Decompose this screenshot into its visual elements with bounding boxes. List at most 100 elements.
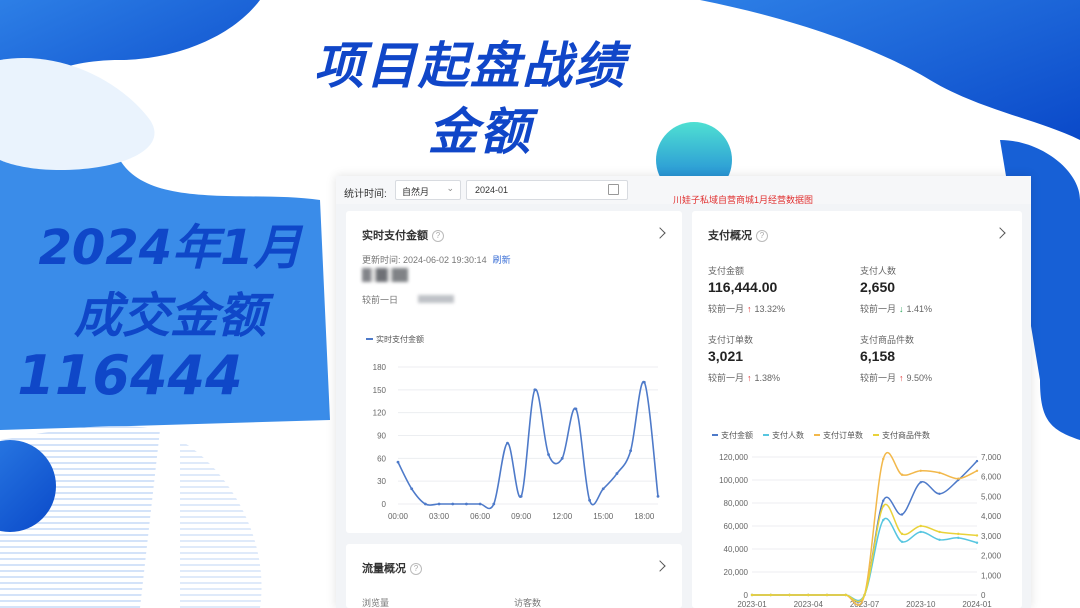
data-point xyxy=(423,502,427,506)
y-right-tick-label: 7,000 xyxy=(981,453,1002,462)
data-point xyxy=(560,456,564,460)
data-point xyxy=(900,473,904,476)
legend-label: 支付人数 xyxy=(772,430,804,440)
metric-label: 支付金额 xyxy=(708,266,745,276)
payment-overview-card: 支付概况? 支付金额 116,444.00 较前一月 ↑ 13.32% 支付人数 2… xyxy=(692,211,1022,608)
period-select[interactable]: 自然月 ⌄ xyxy=(395,180,461,200)
y-right-tick-label: 3,000 xyxy=(981,532,1002,541)
chevron-right-icon[interactable] xyxy=(994,227,1006,239)
metric-compare: 较前一月 ↓ 1.41% xyxy=(860,302,932,315)
data-point xyxy=(919,469,922,472)
realtime-card-title: 实时支付金额? xyxy=(362,227,444,243)
data-point xyxy=(492,502,496,506)
chevron-right-icon[interactable] xyxy=(654,227,666,239)
y-left-tick-label: 60,000 xyxy=(724,522,749,531)
arrow-down-icon: ↓ xyxy=(899,304,904,314)
data-point xyxy=(788,593,791,597)
metric-compare-label: 较前一月 xyxy=(860,373,897,383)
traffic-card-title: 流量概况? xyxy=(362,560,422,576)
refresh-link[interactable]: 刷新 xyxy=(493,255,511,265)
side-month-text: 2024年1月 xyxy=(38,220,302,276)
data-point xyxy=(957,536,960,540)
help-icon[interactable]: ? xyxy=(756,230,768,242)
series-line-支付商品件数 xyxy=(751,503,978,603)
help-icon[interactable]: ? xyxy=(432,230,444,242)
y-left-tick-label: 20,000 xyxy=(724,568,749,577)
metric-label: 支付订单数 xyxy=(708,335,754,345)
x-tick-label: 2023-01 xyxy=(737,600,767,607)
data-point xyxy=(900,540,904,543)
metric-compare-label: 较前一月 xyxy=(708,373,745,383)
metric-compare-label: 较前一月 xyxy=(860,304,897,314)
metric-change: 13.32% xyxy=(754,304,786,314)
y-right-tick-label: 0 xyxy=(981,591,986,600)
filter-bar: 统计时间: 自然月 ⌄ 2024-01 川娃子私域自营商城1月经营数据图 xyxy=(336,176,1031,205)
y-right-tick-label: 2,000 xyxy=(981,552,1002,561)
data-point xyxy=(844,593,847,597)
data-point xyxy=(588,498,591,502)
data-point xyxy=(451,502,455,506)
report-note: 川娃子私域自营商城1月经营数据图 xyxy=(673,195,814,205)
side-amount-label: 成交金额 xyxy=(73,288,266,344)
data-point xyxy=(547,453,550,456)
period-select-value: 自然月 xyxy=(402,187,430,197)
payment-trend-chart: 支付金额 支付人数 支付订单数 支付商品件数 0 20,000 40,000 60,000 80… xyxy=(712,430,1002,607)
legend-label: 支付商品件数 xyxy=(882,430,930,440)
data-point xyxy=(882,518,885,522)
data-point xyxy=(919,530,922,534)
data-point xyxy=(938,471,941,474)
metric-label: 支付商品件数 xyxy=(860,335,915,345)
payment-card-title: 支付概况? xyxy=(708,227,768,243)
series-line-实时支付金额 xyxy=(397,381,659,510)
data-point xyxy=(506,441,509,445)
x-tick-label: 2023-10 xyxy=(906,600,936,607)
metric-compare: 较前一月 ↑ 1.38% xyxy=(708,371,780,384)
data-point xyxy=(533,388,537,392)
update-time-row: 更新时间: 2024-06-02 19:30:14 刷新 xyxy=(362,253,511,266)
metric-change: 1.38% xyxy=(754,373,781,383)
arrow-up-icon: ↑ xyxy=(747,373,752,383)
metric-change: 9.50% xyxy=(906,373,933,383)
y-tick-label: 120 xyxy=(373,409,387,418)
arrow-up-icon: ↑ xyxy=(899,373,904,383)
x-tick-label: 00:00 xyxy=(388,512,409,521)
data-point xyxy=(750,593,754,597)
metric-value: 2,650 xyxy=(860,279,896,295)
help-icon[interactable]: ? xyxy=(410,563,422,575)
headline-subtitle: 金额 xyxy=(428,103,532,161)
data-point xyxy=(882,457,885,461)
data-point xyxy=(642,380,646,384)
compare-day-label: 较前一日 xyxy=(362,295,399,305)
series-line-支付金额 xyxy=(751,460,978,603)
metric-value: 3,021 xyxy=(708,348,744,364)
data-point xyxy=(919,481,922,484)
y-left-tick-label: 40,000 xyxy=(724,545,749,554)
date-picker[interactable]: 2024-01 xyxy=(466,180,628,200)
realtime-card-title-text: 实时支付金额 xyxy=(362,230,428,242)
legend-label: 支付订单数 xyxy=(823,430,863,440)
data-point xyxy=(957,532,960,536)
realtime-line-chart: 0 30 60 90 120 150 180 00:00 03:00 06:00 09:00 12:0… xyxy=(373,363,660,521)
data-point xyxy=(975,459,979,463)
x-tick-label: 2024-01 xyxy=(962,600,992,607)
data-point xyxy=(465,502,468,506)
y-left-tick-label: 100,000 xyxy=(719,476,748,485)
chevron-down-icon: ⌄ xyxy=(446,183,454,193)
side-amount-value: 116444 xyxy=(17,344,243,407)
chevron-right-icon[interactable] xyxy=(654,560,666,572)
payment-card-title-text: 支付概况 xyxy=(708,230,752,242)
metric-compare: 较前一月 ↑ 13.32% xyxy=(708,302,785,315)
data-point xyxy=(574,407,578,411)
y-right-tick-label: 5,000 xyxy=(981,492,1002,501)
blurred-compare-value xyxy=(418,295,454,303)
data-point xyxy=(919,524,922,528)
x-tick-label: 15:00 xyxy=(593,512,614,521)
series-line-支付人数 xyxy=(751,517,978,602)
data-point xyxy=(882,499,885,502)
y-right-tick-label: 6,000 xyxy=(981,473,1002,482)
y-right-tick-label: 4,000 xyxy=(981,512,1002,521)
y-left-tick-label: 0 xyxy=(744,591,749,600)
headline-title: 项目起盘战绩 xyxy=(314,37,626,95)
metric-compare: 较前一月 ↑ 9.50% xyxy=(860,371,932,384)
data-point xyxy=(437,502,441,506)
